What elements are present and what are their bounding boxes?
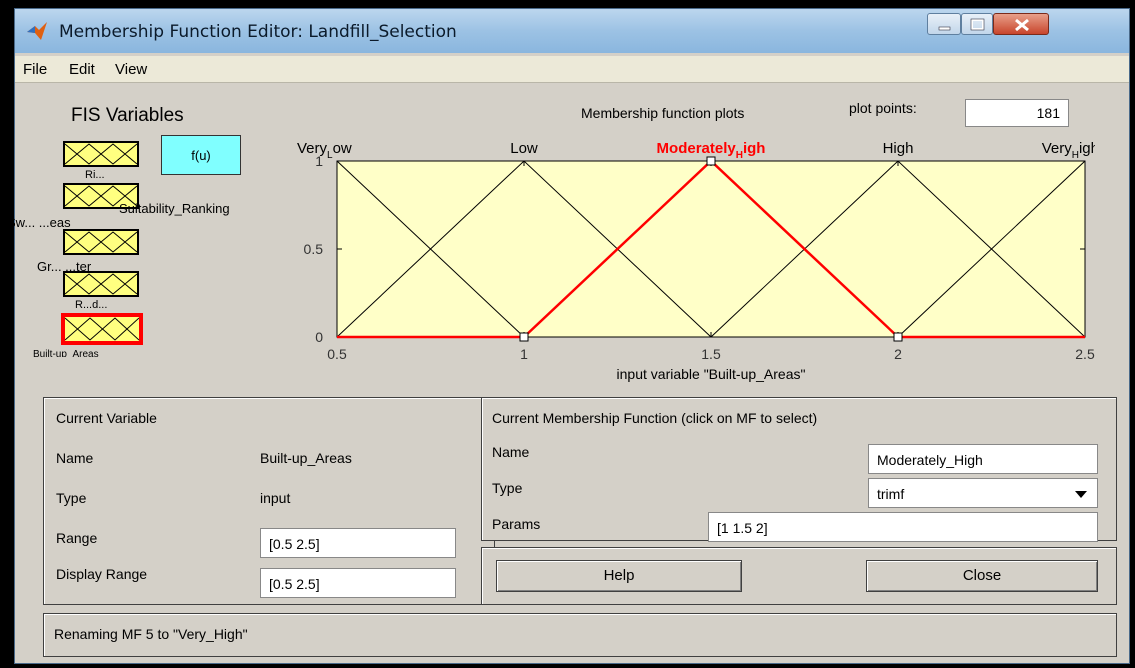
menu-file[interactable]: File — [23, 61, 47, 78]
mf-symbol-icon — [64, 143, 138, 165]
mf-vertex-handle — [519, 332, 529, 342]
x-tick-label: 2.5 — [1075, 346, 1095, 362]
mf-type-dropdown[interactable]: trimf — [868, 478, 1098, 508]
mf-symbol-icon — [64, 231, 138, 253]
input-variable-1-name: Ri... — [85, 169, 105, 181]
mf-params-label: Params — [492, 516, 541, 532]
chevron-down-icon — [1075, 491, 1087, 498]
minimize-icon — [938, 26, 951, 31]
plot-title: Membership function plots — [581, 105, 745, 121]
x-tick-label: 0.5 — [327, 346, 347, 362]
editor-client-area: FIS Variables Ri... Sw... ...eas Gr... .… — [7, 83, 1129, 663]
mf-vertex-handle — [893, 332, 903, 342]
fis-variables-label: FIS Variables — [71, 105, 184, 126]
mf-name-label: Name — [492, 444, 530, 460]
mf-type-label: Type — [492, 480, 523, 496]
menu-edit[interactable]: Edit — [69, 61, 95, 78]
minimize-button[interactable] — [927, 13, 961, 35]
x-tick-label: 2 — [894, 346, 902, 362]
membership-function-plot[interactable]: 0.5 1 1.5 2 2.500.51VeryLow Low ModeratelyHigh… — [285, 127, 1095, 389]
menu-view[interactable]: View — [115, 61, 147, 78]
maximize-icon — [970, 18, 985, 31]
window-title: Membership Function Editor: Landfill_Sel… — [59, 22, 457, 42]
mf-type-value: trimf — [877, 486, 905, 502]
window-close-button[interactable] — [993, 13, 1049, 35]
mf-name-input[interactable]: Moderately_High — [868, 444, 1098, 474]
plot-area — [336, 160, 1086, 338]
variable-name-label: Name — [56, 450, 94, 466]
status-message: Renaming MF 5 to "Very_High" — [54, 626, 248, 642]
y-tick-label: 0 — [315, 329, 323, 345]
current-variable-panel: Current Variable Name Built-up_Areas Typ… — [43, 397, 495, 605]
matlab-logo-icon — [27, 22, 47, 40]
variable-type-value: input — [260, 490, 291, 506]
mf-params-input[interactable]: [1 1.5 2] — [708, 512, 1098, 542]
title-bar[interactable]: Membership Function Editor: Landfill_Sel… — [15, 9, 1129, 53]
button-panel: Help Close — [481, 547, 1117, 605]
output-box-label: f(u) — [191, 148, 211, 163]
y-tick-label: 0.5 — [304, 241, 324, 257]
input-variable-2-name: Sw... ...eas — [7, 215, 71, 230]
input-variable-5-selected[interactable] — [61, 313, 143, 345]
variable-type-label: Type — [56, 490, 87, 506]
mf-vertex-handle — [706, 156, 716, 166]
input-variable-4[interactable] — [63, 271, 139, 297]
close-button[interactable]: Close — [866, 560, 1098, 592]
variable-name-value: Built-up_Areas — [260, 450, 352, 466]
maximize-button[interactable] — [961, 13, 993, 35]
input-variable-1[interactable] — [63, 141, 139, 167]
status-panel: Renaming MF 5 to "Very_High" — [43, 613, 1117, 657]
menu-bar: File Edit View — [15, 56, 1129, 83]
current-mf-heading: Current Membership Function (click on MF… — [492, 410, 818, 426]
close-icon — [1015, 18, 1029, 32]
mf-editor-window: Membership Function Editor: Landfill_Sel… — [7, 8, 1130, 664]
mf-label-high: High — [883, 140, 914, 157]
mf-symbol-icon — [64, 317, 140, 341]
display-range-input[interactable]: [0.5 2.5] — [260, 568, 456, 598]
current-variable-heading: Current Variable — [56, 410, 157, 426]
mf-label-very-high: VeryHigh — [1042, 140, 1095, 161]
range-input[interactable]: [0.5 2.5] — [260, 528, 456, 558]
plot-points-label: plot points: — [849, 100, 917, 116]
input-variable-3[interactable] — [63, 229, 139, 255]
x-tick-label: 1.5 — [701, 346, 721, 362]
mf-label-very-low: VeryLow — [297, 140, 352, 161]
range-label: Range — [56, 530, 98, 546]
input-variable-4-name: R...d... — [75, 299, 108, 311]
current-mf-panel: Current Membership Function (click on MF… — [481, 397, 1117, 542]
output-variable-name: Suitability_Ranking — [119, 201, 230, 216]
help-button[interactable]: Help — [496, 560, 742, 592]
display-range-label: Display Range — [56, 566, 148, 582]
mf-symbol-icon — [64, 273, 138, 295]
plot-points-input[interactable]: 181 — [965, 99, 1069, 127]
output-variable[interactable]: f(u) — [161, 135, 241, 175]
x-tick-label: 1 — [520, 346, 528, 362]
mf-label-low: Low — [510, 140, 538, 157]
x-axis-label: input variable "Built-up_Areas" — [617, 366, 806, 382]
input-variable-5-name: Built-up_Areas — [33, 349, 99, 357]
